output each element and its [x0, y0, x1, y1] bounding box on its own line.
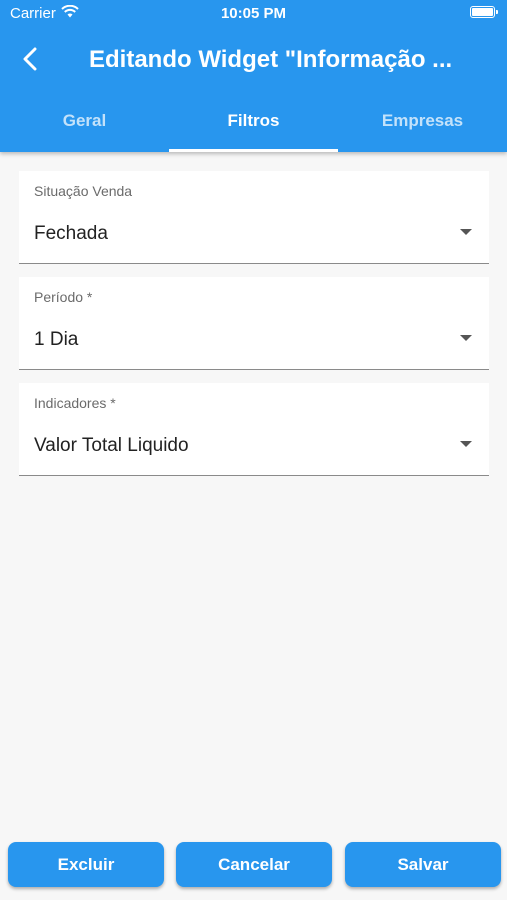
situacao-venda-dropdown[interactable]: Situação Venda Fechada: [19, 171, 489, 264]
dropdown-arrow-icon: [460, 229, 472, 235]
status-time: 10:05 PM: [220, 5, 287, 22]
back-button[interactable]: [10, 41, 50, 81]
field-label: Indicadores *: [34, 395, 116, 411]
field-value: 1 Dia: [34, 329, 79, 350]
save-button[interactable]: Salvar: [345, 842, 501, 887]
dropdown-arrow-icon: [460, 335, 472, 341]
dropdown-arrow-icon: [460, 441, 472, 447]
tab-bar: Geral Filtros Empresas: [0, 97, 507, 152]
battery-level: [472, 8, 493, 16]
tab-geral[interactable]: Geral: [0, 97, 169, 152]
field-label: Situação Venda: [34, 183, 133, 199]
status-bar: Carrier 10:05 PM: [0, 0, 507, 28]
cancel-button[interactable]: Cancelar: [176, 842, 332, 887]
toolbar: Editando Widget "Informação ...: [0, 36, 507, 86]
field-value: Valor Total Liquido: [34, 435, 189, 456]
field-label: Período *: [34, 289, 93, 305]
chevron-left-icon: [22, 47, 38, 76]
tab-empresas[interactable]: Empresas: [338, 97, 507, 152]
battery-icon: [470, 6, 498, 18]
field-value: Fechada: [34, 223, 108, 244]
app-header: Carrier 10:05 PM Editando Widget "Inform…: [0, 0, 507, 152]
delete-button[interactable]: Excluir: [8, 842, 164, 887]
tab-filtros[interactable]: Filtros: [169, 97, 338, 152]
indicadores-dropdown[interactable]: Indicadores * Valor Total Liquido: [19, 383, 489, 476]
action-bar: Excluir Cancelar Salvar: [0, 842, 507, 888]
page-title: Editando Widget "Informação ...: [89, 46, 453, 73]
periodo-dropdown[interactable]: Período * 1 Dia: [19, 277, 489, 370]
